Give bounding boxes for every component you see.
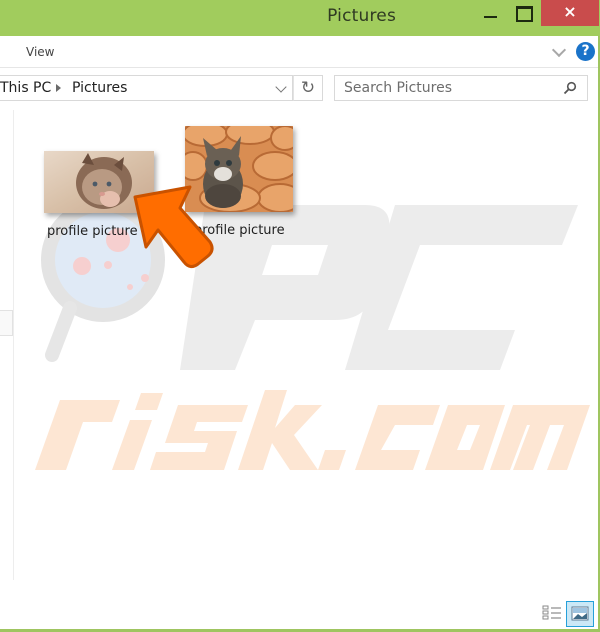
- close-button[interactable]: ×: [541, 0, 599, 26]
- address-bar[interactable]: This PC Pictures: [0, 75, 293, 101]
- search-icon[interactable]: [563, 81, 577, 95]
- tab-view[interactable]: View: [26, 45, 54, 59]
- expand-ribbon-button[interactable]: [551, 43, 567, 59]
- search-input[interactable]: [344, 80, 554, 96]
- navigation-pane-item[interactable]: [0, 310, 13, 336]
- title-bar: Pictures ×: [0, 0, 600, 36]
- maximize-button[interactable]: [508, 0, 538, 26]
- watermark-risk-text: [35, 390, 590, 470]
- search-box[interactable]: [334, 75, 588, 101]
- large-icons-icon: [571, 606, 589, 621]
- chevron-down-icon[interactable]: [275, 81, 287, 93]
- arrow-annotation-icon: [133, 185, 214, 269]
- help-icon: ?: [581, 43, 590, 59]
- triangle-right-icon[interactable]: [56, 84, 61, 92]
- large-icons-view-button[interactable]: [566, 601, 594, 627]
- breadcrumb-pictures[interactable]: Pictures: [72, 80, 127, 96]
- close-icon: ×: [563, 2, 577, 21]
- ribbon: View ?: [0, 36, 598, 68]
- help-button[interactable]: ?: [576, 42, 595, 61]
- window-title: Pictures: [327, 6, 396, 26]
- details-view-button[interactable]: [541, 604, 563, 624]
- file-explorer-window: Pictures × View ? This PC Pictures ↻ Sea…: [0, 0, 600, 632]
- minimize-button[interactable]: [478, 0, 506, 26]
- navigation-pane: [0, 110, 14, 580]
- refresh-button[interactable]: ↻: [293, 75, 323, 101]
- refresh-icon: ↻: [300, 78, 316, 98]
- breadcrumb-this-pc[interactable]: This PC: [0, 80, 51, 96]
